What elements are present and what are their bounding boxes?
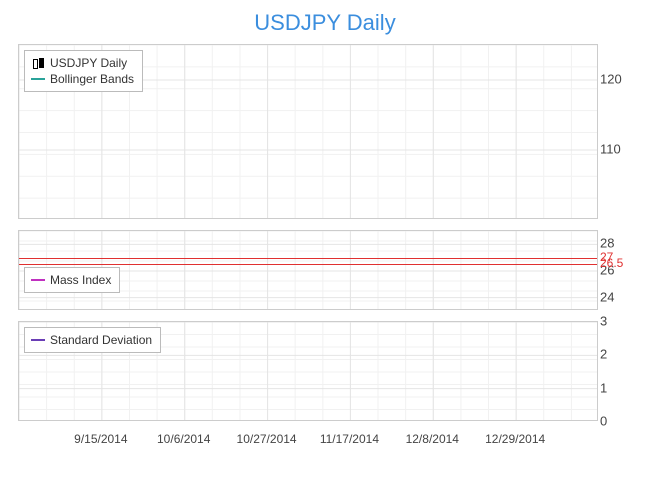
legend-item-price: USDJPY Daily — [31, 55, 134, 71]
y-tick-label: 28 — [600, 236, 614, 251]
line-icon — [31, 279, 45, 281]
x-tick-label: 11/17/2014 — [320, 432, 379, 446]
reference-label: 26.5 — [600, 256, 623, 270]
y-tick-label: 3 — [600, 314, 607, 329]
legend-label: Mass Index — [50, 272, 111, 288]
y-tick-label: 24 — [600, 289, 614, 304]
y-tick-label: 110 — [600, 142, 621, 157]
y-tick-label: 1 — [600, 380, 607, 395]
std-legend: Standard Deviation — [24, 327, 161, 353]
y-tick-label: 2 — [600, 347, 607, 362]
y-tick-label: 0 — [600, 414, 607, 429]
legend-item-bollinger: Bollinger Bands — [31, 71, 134, 87]
chart-panels: USDJPY Daily Bollinger Bands Mass Index — [18, 44, 598, 456]
x-tick-label: 10/6/2014 — [157, 432, 210, 446]
legend-label: USDJPY Daily — [50, 55, 127, 71]
x-tick-label: 10/27/2014 — [237, 432, 297, 446]
x-axis: 9/15/2014 10/6/2014 10/27/2014 11/17/2014 12… — [18, 432, 598, 452]
x-tick-label: 12/8/2014 — [406, 432, 459, 446]
legend-label: Bollinger Bands — [50, 71, 134, 87]
mass-index-panel[interactable]: Mass Index — [18, 230, 598, 310]
reference-line — [19, 258, 597, 259]
reference-line — [19, 264, 597, 265]
y-tick-label: 120 — [600, 72, 622, 87]
legend-item-std: Standard Deviation — [31, 332, 152, 348]
candlestick-icon — [31, 58, 45, 68]
line-icon — [31, 339, 45, 341]
price-legend: USDJPY Daily Bollinger Bands — [24, 50, 143, 92]
x-tick-label: 9/15/2014 — [74, 432, 127, 446]
mass-legend: Mass Index — [24, 267, 120, 293]
chart-title: USDJPY Daily — [0, 0, 650, 40]
x-tick-label: 12/29/2014 — [485, 432, 545, 446]
legend-item-mass: Mass Index — [31, 272, 111, 288]
price-panel[interactable]: USDJPY Daily Bollinger Bands — [18, 44, 598, 219]
std-dev-panel[interactable]: Standard Deviation — [18, 321, 598, 421]
line-icon — [31, 78, 45, 80]
legend-label: Standard Deviation — [50, 332, 152, 348]
